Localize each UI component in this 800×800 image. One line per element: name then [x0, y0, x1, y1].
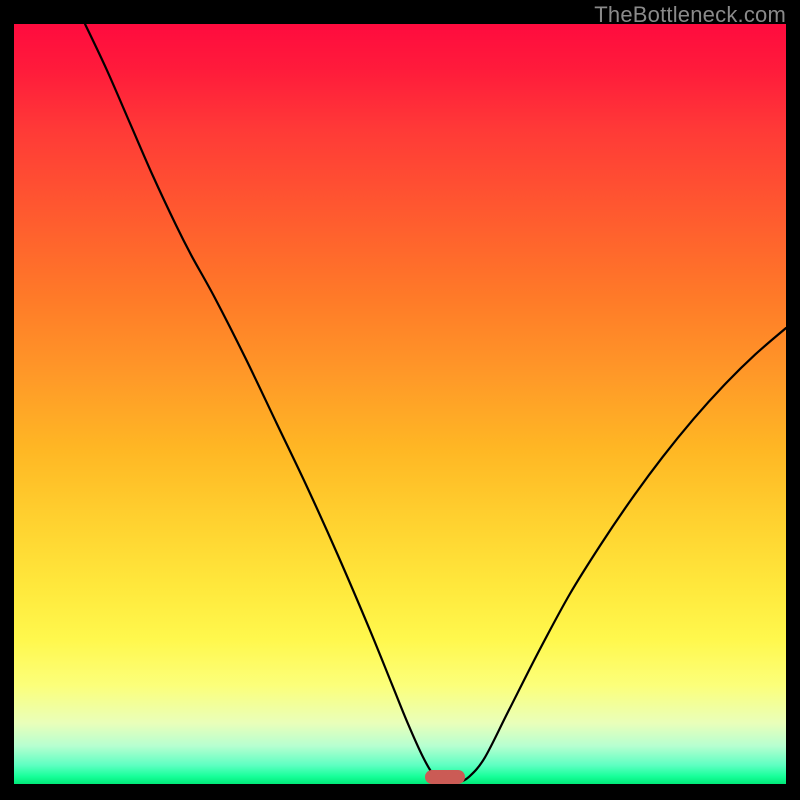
chart-plot-area — [14, 24, 786, 784]
bottleneck-curve — [14, 24, 786, 784]
optimal-point-marker — [425, 770, 465, 784]
chart-container: TheBottleneck.com — [0, 0, 800, 800]
